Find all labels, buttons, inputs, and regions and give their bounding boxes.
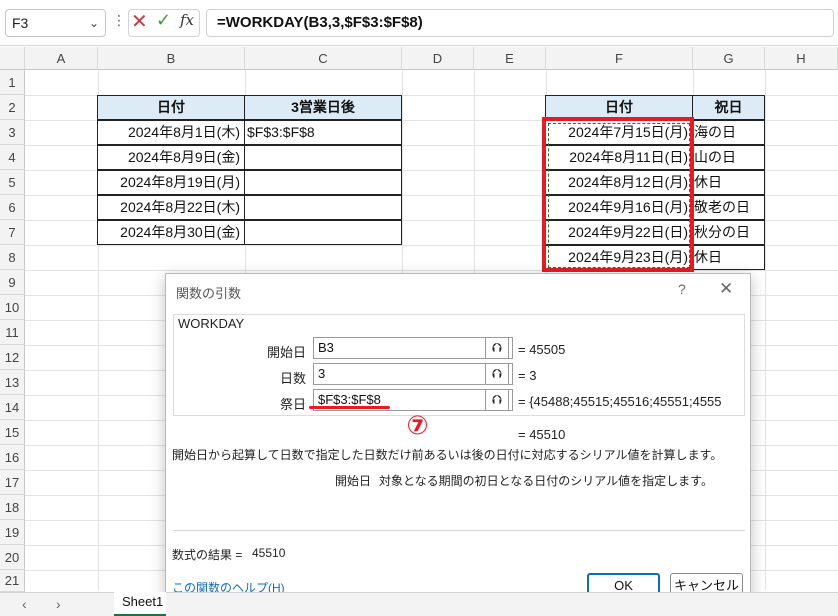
excel-window: F3 ⌄ ⋮ ✕ ✓ fx =WORKDAY(B3,3,$F$3:$F$8) A… [0, 0, 838, 616]
formula-result-label: 数式の結果 = [172, 548, 243, 562]
table2-holiday-cell[interactable]: 休日 [692, 170, 765, 195]
table2-holiday-cell[interactable]: 海の日 [692, 120, 765, 145]
row-header[interactable]: 11 [0, 320, 25, 345]
chevron-down-icon[interactable]: ⌄ [89, 16, 99, 30]
row-header[interactable]: 2 [0, 95, 25, 120]
row-header[interactable]: 18 [0, 495, 25, 520]
annotation-number: ⑦ [406, 410, 429, 440]
row-header[interactable]: 9 [0, 270, 25, 295]
cancel-icon[interactable]: ✕ [131, 9, 148, 34]
row-header[interactable]: 15 [0, 420, 25, 445]
highlight-box [542, 117, 694, 272]
enter-icon[interactable]: ✓ [156, 10, 171, 31]
formula-result-value: 45510 [252, 546, 286, 560]
table2-holiday-cell[interactable]: 敬老の日 [692, 195, 765, 220]
row-header[interactable]: 8 [0, 245, 25, 270]
row-header[interactable]: 19 [0, 520, 25, 545]
row-header[interactable]: 16 [0, 445, 25, 470]
col-header-g[interactable]: G [693, 47, 765, 70]
dialog-title: 関数の引数 [176, 286, 242, 301]
sheet-tab[interactable]: Sheet1 [114, 592, 166, 616]
arg-help-text: 対象となる期間の初日となる日付のシリアル値を指定します。 [379, 474, 713, 488]
annotation-underline [309, 406, 390, 409]
row-header[interactable]: 13 [0, 370, 25, 395]
col-header-a[interactable]: A [25, 47, 98, 70]
arg-label-holidays: 祭日 [279, 397, 306, 412]
function-name: WORKDAY [178, 316, 245, 331]
row-header[interactable]: 20 [0, 545, 25, 570]
table1-header-date[interactable]: 日付 [97, 95, 245, 120]
help-icon[interactable]: ? [678, 281, 686, 297]
collapse-dialog-icon[interactable]: ⮉ [485, 363, 509, 385]
more-options-icon[interactable]: ⋮ [112, 12, 126, 29]
arg-result-holidays: = {45488;45515;45516;45551;4555 [518, 394, 722, 409]
row-header[interactable]: 1 [0, 70, 25, 95]
table1-header-3days[interactable]: 3営業日後 [244, 95, 402, 120]
table1-date-cell[interactable]: 2024年8月19日(月) [97, 170, 245, 195]
chevron-left-icon[interactable]: ‹ [22, 596, 27, 612]
row-header[interactable]: 10 [0, 295, 25, 320]
table1-result-cell[interactable] [244, 220, 402, 245]
col-header-f[interactable]: F [546, 47, 693, 70]
table2-holiday-cell[interactable]: 秋分の日 [692, 220, 765, 245]
divider [173, 530, 745, 531]
function-arguments-dialog: 関数の引数 ? ✕ WORKDAY 開始日 B3 ⮉ = 45505 日数 3 … [165, 273, 751, 603]
chevron-right-icon[interactable]: › [56, 596, 61, 612]
select-all-corner[interactable] [0, 47, 25, 70]
table2-holiday-cell[interactable]: 山の日 [692, 145, 765, 170]
col-header-h[interactable]: H [765, 47, 838, 70]
row-header[interactable]: 7 [0, 220, 25, 245]
row-header[interactable]: 14 [0, 395, 25, 420]
table2-holiday-cell[interactable]: 休日 [692, 245, 765, 270]
insert-function-icon[interactable]: fx [180, 11, 194, 29]
gridline [765, 70, 766, 590]
gridline [25, 270, 838, 271]
table1-result-cell[interactable] [244, 145, 402, 170]
overall-result: = 45510 [518, 427, 566, 442]
close-icon[interactable]: ✕ [719, 279, 733, 299]
table1-date-cell[interactable]: 2024年8月30日(金) [97, 220, 245, 245]
name-box-value: F3 [12, 15, 29, 31]
function-description: 開始日から起算して日数で指定した日数だけ前あるいは後の日付に対応するシリアル値を… [172, 448, 723, 462]
table1-date-cell[interactable]: 2024年8月9日(金) [97, 145, 245, 170]
table1-result-cell[interactable] [244, 195, 402, 220]
arg-label-start-date: 開始日 [266, 345, 306, 360]
collapse-dialog-icon[interactable]: ⮉ [485, 389, 509, 411]
col-header-b[interactable]: B [98, 47, 245, 70]
row-header[interactable]: 5 [0, 170, 25, 195]
table1-date-cell[interactable]: 2024年8月22日(木) [97, 195, 245, 220]
row-header[interactable]: 17 [0, 470, 25, 495]
c3-cell[interactable]: $F$3:$F$8 [244, 120, 402, 145]
col-header-e[interactable]: E [474, 47, 546, 70]
name-box[interactable]: F3 ⌄ [5, 9, 106, 37]
table1-date-cell[interactable]: 2024年8月1日(木) [97, 120, 245, 145]
row-header[interactable]: 6 [0, 195, 25, 220]
table2-header-holiday[interactable]: 祝日 [692, 95, 765, 120]
table1-result-cell[interactable] [244, 170, 402, 195]
arg-result-start-date: = 45505 [518, 342, 566, 357]
row-header[interactable]: 3 [0, 120, 25, 145]
row-header[interactable]: 4 [0, 145, 25, 170]
arg-label-days: 日数 [279, 371, 306, 386]
arg-input-days[interactable]: 3 [313, 363, 513, 385]
col-header-c[interactable]: C [245, 47, 402, 70]
collapse-dialog-icon[interactable]: ⮉ [485, 337, 509, 359]
arg-input-start-date[interactable]: B3 [313, 337, 513, 359]
formula-input[interactable]: =WORKDAY(B3,3,$F$3:$F$8) [206, 9, 834, 37]
row-header[interactable]: 12 [0, 345, 25, 370]
col-header-d[interactable]: D [402, 47, 474, 70]
arg-result-days: = 3 [518, 368, 537, 383]
arg-help-name: 開始日 [335, 474, 372, 488]
row-header[interactable]: 21 [0, 570, 25, 592]
